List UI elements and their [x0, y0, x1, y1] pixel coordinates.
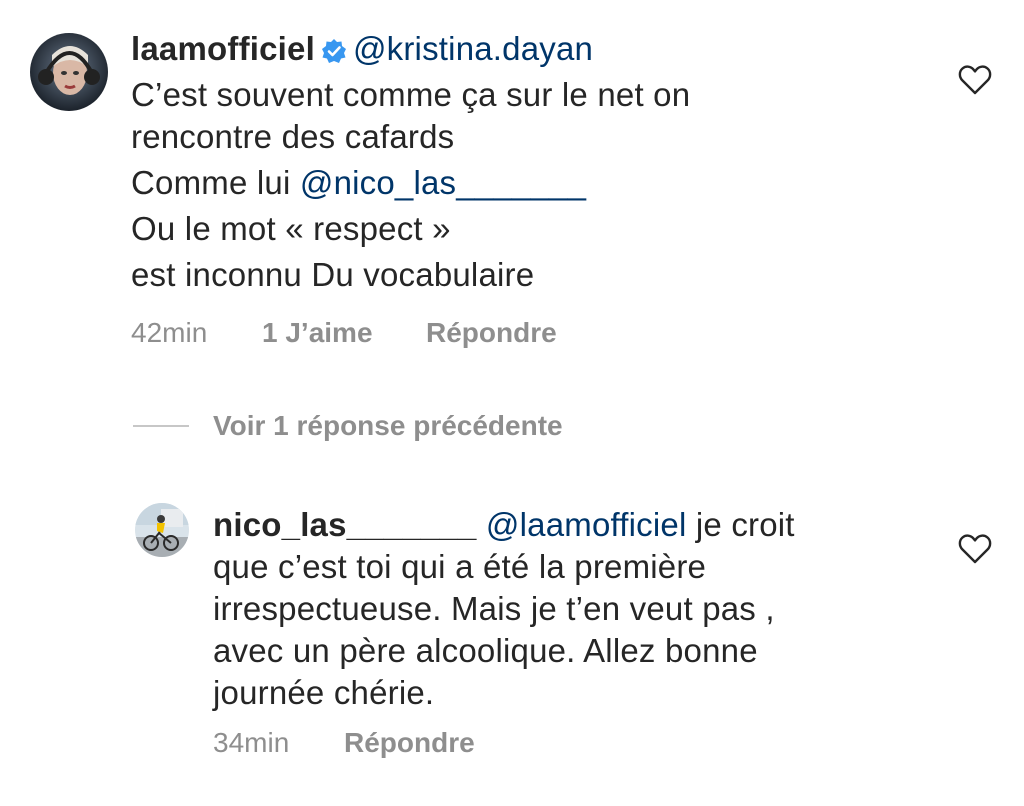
- comment-timestamp: 42min: [131, 317, 208, 348]
- likes-count[interactable]: 1 J’aime: [262, 317, 373, 349]
- comment-text-segment: je croit: [686, 506, 795, 543]
- avatar-nico-las[interactable]: [135, 503, 189, 557]
- verified-badge-icon: [321, 32, 347, 74]
- view-replies-label: Voir 1 réponse précédente: [213, 410, 563, 441]
- view-previous-replies[interactable]: Voir 1 réponse précédente: [133, 406, 563, 446]
- comment-text-line: journée chérie.: [213, 674, 435, 711]
- comment-meta: 42min 1 J’aime Répondre: [131, 317, 731, 357]
- divider-line: [133, 425, 189, 427]
- comment-text-line: Ou le mot « respect »: [131, 210, 451, 247]
- reply-button[interactable]: Répondre: [344, 727, 475, 759]
- avatar-laamofficiel[interactable]: [30, 33, 108, 111]
- comment-text-line: est inconnu Du vocabulaire: [131, 256, 535, 293]
- comment-text-segment: Comme lui: [131, 164, 300, 201]
- comment-text-line: C’est souvent comme ça sur le net on: [131, 76, 691, 113]
- comment-text-line: que c’est toi qui a été la première: [213, 548, 707, 585]
- mention-link[interactable]: @kristina.dayan: [353, 30, 593, 67]
- mention-link[interactable]: @nico_las_______: [300, 164, 586, 201]
- heart-outline-icon[interactable]: [958, 64, 992, 101]
- comment-timestamp: 34min: [213, 727, 290, 758]
- reply-body: nico_las_______ @laamofficiel je croit q…: [213, 500, 933, 714]
- comment-text-line: irrespectueuse. Mais je t’en veut pas ,: [213, 590, 775, 627]
- reply-button[interactable]: Répondre: [426, 317, 557, 349]
- mention-link[interactable]: @laamofficiel: [486, 506, 687, 543]
- reply-meta: 34min Répondre: [213, 727, 713, 767]
- comment-text-line: rencontre des cafards: [131, 118, 455, 155]
- comment-text-line: avec un père alcoolique. Allez bonne: [213, 632, 758, 669]
- comment-username[interactable]: laamofficiel: [131, 30, 315, 67]
- comment-body: laamofficiel @kristina.dayan C’est souven…: [131, 28, 931, 296]
- heart-outline-icon[interactable]: [958, 533, 992, 570]
- comment-username[interactable]: nico_las_______: [213, 506, 477, 543]
